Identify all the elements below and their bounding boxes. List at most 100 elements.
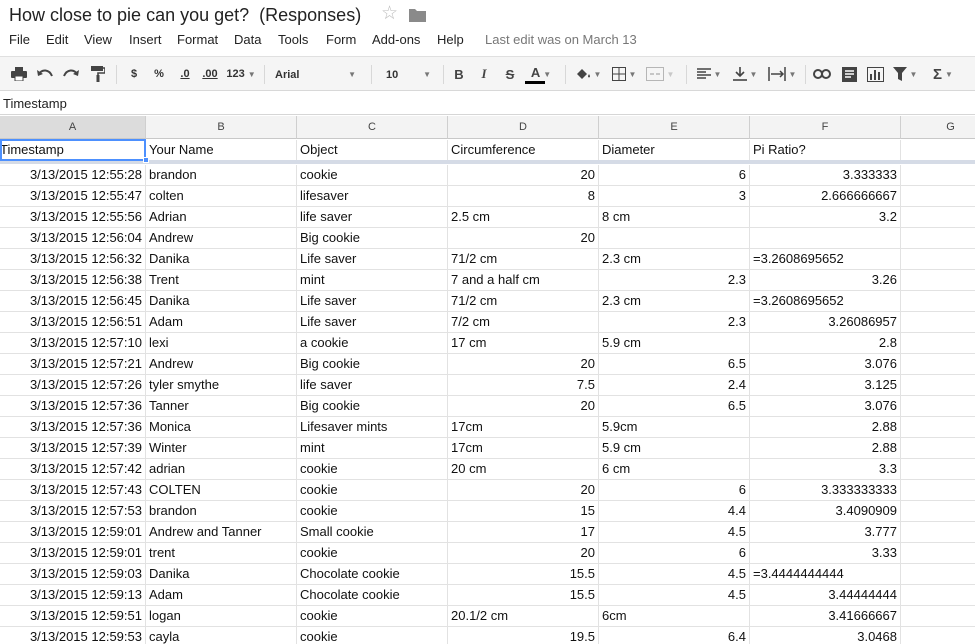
cell-object[interactable]: Big cookie — [297, 354, 448, 375]
last-edit-status[interactable]: Last edit was on March 13 — [485, 32, 637, 47]
cell-name[interactable]: colten — [146, 186, 297, 207]
cell-circumference[interactable]: 20 — [448, 354, 599, 375]
cell-object[interactable]: cookie — [297, 627, 448, 644]
cell-name[interactable]: Tanner — [146, 396, 297, 417]
cell-diameter[interactable]: 5.9 cm — [599, 333, 750, 354]
cell-diameter[interactable]: 2.3 cm — [599, 291, 750, 312]
borders-dropdown[interactable]: ▼ — [609, 57, 639, 91]
header-cell-timestamp[interactable]: Timestamp — [0, 140, 146, 161]
cell-circumference[interactable]: 20 cm — [448, 459, 599, 480]
cell-circumference[interactable]: 17 — [448, 522, 599, 543]
cell-pi-ratio[interactable]: 2.666666667 — [750, 186, 901, 207]
cell-diameter[interactable]: 4.4 — [599, 501, 750, 522]
cell-pi-ratio[interactable]: 3.33 — [750, 543, 901, 564]
cell-object[interactable]: Big cookie — [297, 228, 448, 249]
cell-name[interactable]: brandon — [146, 165, 297, 186]
cell-name[interactable]: Monica — [146, 417, 297, 438]
cell-circumference[interactable]: 20 — [448, 480, 599, 501]
cell-timestamp[interactable]: 3/13/2015 12:55:56 — [0, 207, 146, 228]
cell-object[interactable]: Life saver — [297, 249, 448, 270]
increase-decimal-button[interactable]: .00 — [199, 57, 221, 91]
cell-diameter[interactable]: 2.3 cm — [599, 249, 750, 270]
cell-circumference[interactable]: 8 — [448, 186, 599, 207]
cell-pi-ratio[interactable]: 2.88 — [750, 417, 901, 438]
cell-object[interactable]: Life saver — [297, 312, 448, 333]
cell-empty[interactable] — [901, 438, 975, 459]
cell-empty[interactable] — [901, 606, 975, 627]
cell-circumference[interactable]: 20.1/2 cm — [448, 606, 599, 627]
cell-pi-ratio[interactable]: 3.44444444 — [750, 585, 901, 606]
cell-empty[interactable] — [901, 459, 975, 480]
cell-timestamp[interactable]: 3/13/2015 12:59:53 — [0, 627, 146, 644]
cell-circumference[interactable]: 17 cm — [448, 333, 599, 354]
cell-name[interactable]: Adam — [146, 585, 297, 606]
cell-empty[interactable] — [901, 480, 975, 501]
cell-object[interactable]: Big cookie — [297, 396, 448, 417]
cell-name[interactable]: Winter — [146, 438, 297, 459]
cell-object[interactable]: life saver — [297, 375, 448, 396]
cell-pi-ratio[interactable]: 3.3 — [750, 459, 901, 480]
cell-name[interactable]: adrian — [146, 459, 297, 480]
insert-comment-button[interactable] — [838, 57, 860, 91]
cell-timestamp[interactable]: 3/13/2015 12:59:03 — [0, 564, 146, 585]
cell-empty[interactable] — [901, 333, 975, 354]
cell-timestamp[interactable]: 3/13/2015 12:59:51 — [0, 606, 146, 627]
fill-color-dropdown[interactable]: ▼ — [573, 57, 603, 91]
cell-empty[interactable] — [901, 165, 975, 186]
cell-diameter[interactable]: 6 — [599, 543, 750, 564]
percent-format-button[interactable]: % — [151, 57, 167, 91]
cell-timestamp[interactable]: 3/13/2015 12:57:10 — [0, 333, 146, 354]
cell-name[interactable]: lexi — [146, 333, 297, 354]
header-cell-empty[interactable] — [901, 140, 975, 161]
cell-object[interactable]: cookie — [297, 501, 448, 522]
cell-timestamp[interactable]: 3/13/2015 12:57:43 — [0, 480, 146, 501]
cell-circumference[interactable]: 17cm — [448, 417, 599, 438]
cell-timestamp[interactable]: 3/13/2015 12:57:53 — [0, 501, 146, 522]
cell-empty[interactable] — [901, 627, 975, 644]
cell-diameter[interactable]: 4.5 — [599, 585, 750, 606]
cell-pi-ratio[interactable] — [750, 228, 901, 249]
column-header-a[interactable]: A — [0, 116, 146, 139]
cell-object[interactable]: cookie — [297, 459, 448, 480]
document-title[interactable]: How close to pie can you get? (Responses… — [9, 5, 361, 26]
vertical-align-dropdown[interactable]: ▼ — [730, 57, 760, 91]
column-header-c[interactable]: C — [297, 116, 448, 139]
cell-diameter[interactable]: 6.5 — [599, 396, 750, 417]
cell-diameter[interactable]: 2.4 — [599, 375, 750, 396]
cell-name[interactable]: Danika — [146, 291, 297, 312]
menu-file[interactable]: File — [9, 32, 30, 47]
cell-diameter[interactable]: 6 cm — [599, 459, 750, 480]
star-icon[interactable]: ☆ — [381, 4, 398, 24]
cell-pi-ratio[interactable]: =3.2608695652 — [750, 249, 901, 270]
cell-empty[interactable] — [901, 585, 975, 606]
cell-object[interactable]: lifesaver — [297, 186, 448, 207]
cell-circumference[interactable]: 15.5 — [448, 585, 599, 606]
cell-timestamp[interactable]: 3/13/2015 12:59:13 — [0, 585, 146, 606]
cell-empty[interactable] — [901, 417, 975, 438]
cell-empty[interactable] — [901, 270, 975, 291]
cell-pi-ratio[interactable]: 3.41666667 — [750, 606, 901, 627]
currency-format-button[interactable]: $ — [126, 57, 142, 91]
cell-name[interactable]: Trent — [146, 270, 297, 291]
text-color-dropdown[interactable]: A ▼ — [525, 57, 557, 91]
cell-name[interactable]: trent — [146, 543, 297, 564]
strikethrough-button[interactable]: S — [502, 57, 518, 91]
cell-circumference[interactable]: 20 — [448, 228, 599, 249]
cell-timestamp[interactable]: 3/13/2015 12:57:39 — [0, 438, 146, 459]
cell-timestamp[interactable]: 3/13/2015 12:56:38 — [0, 270, 146, 291]
cell-object[interactable]: cookie — [297, 543, 448, 564]
cell-circumference[interactable]: 7 and a half cm — [448, 270, 599, 291]
menu-help[interactable]: Help — [437, 32, 464, 47]
cell-empty[interactable] — [901, 186, 975, 207]
cell-object[interactable]: cookie — [297, 480, 448, 501]
cell-name[interactable]: Andrew — [146, 354, 297, 375]
cell-pi-ratio[interactable]: 3.333333333 — [750, 480, 901, 501]
cell-circumference[interactable]: 20 — [448, 165, 599, 186]
cell-diameter[interactable]: 6 — [599, 480, 750, 501]
menu-format[interactable]: Format — [177, 32, 218, 47]
menu-data[interactable]: Data — [234, 32, 261, 47]
cell-object[interactable]: Small cookie — [297, 522, 448, 543]
cell-circumference[interactable]: 2.5 cm — [448, 207, 599, 228]
cell-circumference[interactable]: 7/2 cm — [448, 312, 599, 333]
cell-circumference[interactable]: 19.5 — [448, 627, 599, 644]
